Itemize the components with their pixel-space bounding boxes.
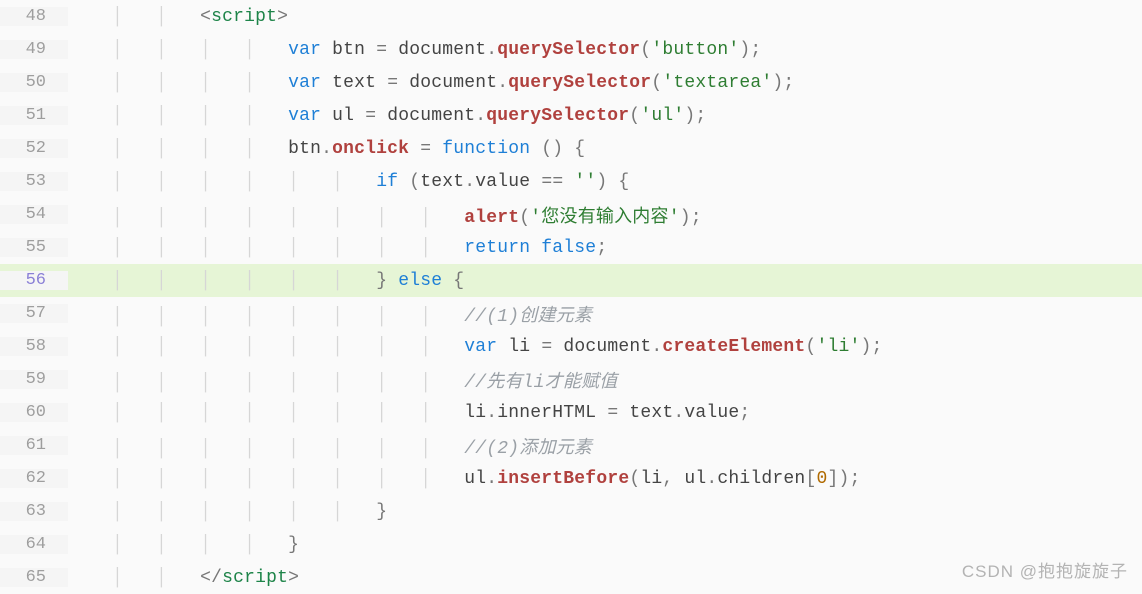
code-content[interactable]: │ │ │ │ │ │ │ │ return false; <box>68 238 1142 258</box>
code-line[interactable]: 59 │ │ │ │ │ │ │ │ //先有li才能赋值 <box>0 363 1142 396</box>
code-line[interactable]: 57 │ │ │ │ │ │ │ │ //(1)创建元素 <box>0 297 1142 330</box>
code-line[interactable]: 49 │ │ │ │ var btn = document.querySelec… <box>0 33 1142 66</box>
code-content[interactable]: │ │ │ │ │ │ │ │ //(2)添加元素 <box>68 433 1142 459</box>
code-content[interactable]: │ │ │ │ var ul = document.querySelector(… <box>68 106 1142 126</box>
line-number: 49 <box>0 40 68 59</box>
code-content[interactable]: │ │ │ │ │ │ } <box>68 502 1142 522</box>
code-content[interactable]: │ │ │ │ │ │ │ │ ul.insertBefore(li, ul.c… <box>68 469 1142 489</box>
code-content[interactable]: │ │ │ │ │ │ │ │ //先有li才能赋值 <box>68 367 1142 393</box>
code-content[interactable]: │ │ │ │ │ │ │ │ alert('您没有输入内容'); <box>68 202 1142 228</box>
line-number: 65 <box>0 568 68 587</box>
code-content[interactable]: │ │ │ │ │ │ } else { <box>68 271 1142 291</box>
line-number: 62 <box>0 469 68 488</box>
code-line[interactable]: 56 │ │ │ │ │ │ } else { <box>0 264 1142 297</box>
code-line[interactable]: 54 │ │ │ │ │ │ │ │ alert('您没有输入内容'); <box>0 198 1142 231</box>
line-number: 61 <box>0 436 68 455</box>
line-number: 58 <box>0 337 68 356</box>
line-number: 50 <box>0 73 68 92</box>
code-line[interactable]: 48 │ │ <script> <box>0 0 1142 33</box>
code-line[interactable]: 51 │ │ │ │ var ul = document.querySelect… <box>0 99 1142 132</box>
watermark: CSDN @抱抱旋旋子 <box>962 557 1128 582</box>
line-number: 59 <box>0 370 68 389</box>
code-content[interactable]: │ │ │ │ var text = document.querySelecto… <box>68 73 1142 93</box>
line-number: 53 <box>0 172 68 191</box>
code-content[interactable]: │ │ │ │ │ │ if (text.value == '') { <box>68 172 1142 192</box>
code-content[interactable]: │ │ │ │ │ │ │ │ li.innerHTML = text.valu… <box>68 403 1142 423</box>
code-line[interactable]: 52 │ │ │ │ btn.onclick = function () { <box>0 132 1142 165</box>
code-content[interactable]: │ │ │ │ │ │ │ │ var li = document.create… <box>68 337 1142 357</box>
line-number: 56 <box>0 271 68 290</box>
code-content[interactable]: │ │ │ │ var btn = document.querySelector… <box>68 40 1142 60</box>
code-content[interactable]: │ │ │ │ │ │ │ │ //(1)创建元素 <box>68 301 1142 327</box>
code-line[interactable]: 60 │ │ │ │ │ │ │ │ li.innerHTML = text.v… <box>0 396 1142 429</box>
line-number: 57 <box>0 304 68 323</box>
line-number: 48 <box>0 7 68 26</box>
code-content[interactable]: │ │ <script> <box>68 7 1142 27</box>
code-line[interactable]: 62 │ │ │ │ │ │ │ │ ul.insertBefore(li, u… <box>0 462 1142 495</box>
code-line[interactable]: 55 │ │ │ │ │ │ │ │ return false; <box>0 231 1142 264</box>
line-number: 51 <box>0 106 68 125</box>
code-line[interactable]: 63 │ │ │ │ │ │ } <box>0 495 1142 528</box>
line-number: 52 <box>0 139 68 158</box>
code-content[interactable]: │ │ │ │ btn.onclick = function () { <box>68 139 1142 159</box>
line-number: 64 <box>0 535 68 554</box>
code-content[interactable]: │ │ │ │ } <box>68 535 1142 555</box>
code-line[interactable]: 61 │ │ │ │ │ │ │ │ //(2)添加元素 <box>0 429 1142 462</box>
line-number: 63 <box>0 502 68 521</box>
line-number: 60 <box>0 403 68 422</box>
line-number: 54 <box>0 205 68 224</box>
code-line[interactable]: 50 │ │ │ │ var text = document.querySele… <box>0 66 1142 99</box>
code-line[interactable]: 53 │ │ │ │ │ │ if (text.value == '') { <box>0 165 1142 198</box>
line-number: 55 <box>0 238 68 257</box>
code-editor[interactable]: 48 │ │ <script>49 │ │ │ │ var btn = docu… <box>0 0 1142 594</box>
code-line[interactable]: 58 │ │ │ │ │ │ │ │ var li = document.cre… <box>0 330 1142 363</box>
